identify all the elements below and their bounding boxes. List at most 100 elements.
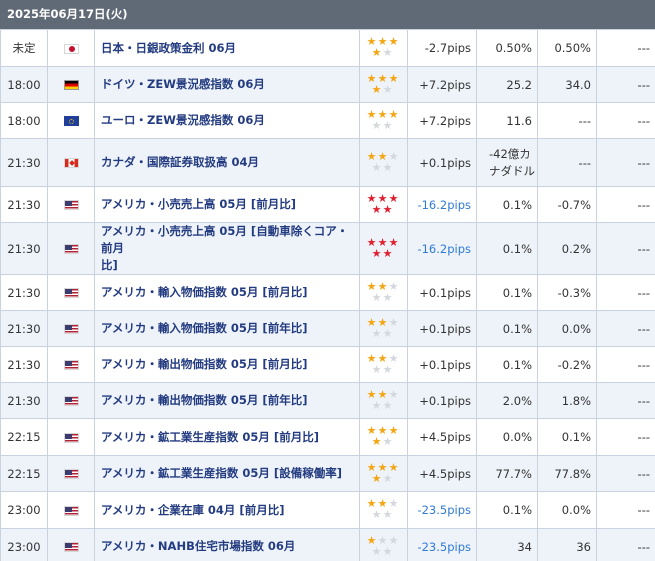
star-icon: ★ — [377, 315, 388, 329]
previous-value: --- — [596, 102, 655, 139]
star-icon: ★ — [377, 107, 388, 121]
star-icon: ★ — [388, 235, 399, 249]
star-icon: ★ — [388, 279, 399, 293]
table-row[interactable]: 21:30 アメリカ・輸出物価指数 05月 [前年比] ★ ★ ★ ★ ★ +0.1pips 2… — [0, 382, 655, 419]
forecast-value: 36 — [537, 528, 597, 561]
event-time: 21:30 — [0, 138, 48, 187]
star-icon: ★ — [382, 246, 393, 260]
us-flag-icon — [63, 396, 79, 406]
star-icon: ★ — [366, 191, 377, 205]
pips-impact: -2.7pips — [407, 29, 477, 67]
table-row[interactable]: 22:15 アメリカ・鉱工業生産指数 05月 [前月比] ★ ★ ★ ★ ★ +4.5pips… — [0, 418, 655, 456]
table-row[interactable]: 18:00 ユーロ・ZEW景況感指数 06月 ★ ★ ★ ★ ★ +7.2pips 11.6 --… — [0, 102, 655, 139]
actual-value: 0.1% — [476, 274, 538, 311]
country-flag-cell — [47, 455, 95, 492]
importance-rating: ★ ★ ★ ★ ★ — [359, 138, 408, 187]
star-icon: ★ — [382, 82, 393, 96]
pips-impact: +7.2pips — [407, 66, 477, 103]
star-icon: ★ — [382, 362, 393, 376]
event-title-link[interactable]: アメリカ・輸出物価指数 05月 [前月比] — [94, 346, 360, 383]
eu-flag-icon — [63, 116, 79, 126]
country-flag-cell — [47, 186, 95, 223]
table-row[interactable]: 21:30 アメリカ・輸入物価指数 05月 [前月比] ★ ★ ★ ★ ★ +0.1pips 0… — [0, 274, 655, 311]
star-icon: ★ — [371, 508, 382, 521]
star-icon: ★ — [366, 351, 377, 365]
previous-value: --- — [596, 66, 655, 103]
event-title-link[interactable]: アメリカ・小売売上高 05月 [前月比] — [94, 186, 360, 223]
event-title-link[interactable]: 日本・日銀政策金利 06月 — [94, 29, 360, 67]
event-time: 22:15 — [0, 418, 48, 456]
importance-rating: ★ ★ ★ ★ ★ — [359, 66, 408, 103]
table-row[interactable]: 未定 日本・日銀政策金利 06月 ★ ★ ★ ★ ★ -2.7pips 0.50% 0.50% --… — [0, 29, 655, 67]
event-title-link[interactable]: ユーロ・ZEW景況感指数 06月 — [94, 102, 360, 139]
event-title-link[interactable]: アメリカ・企業在庫 04月 [前月比] — [94, 491, 360, 529]
actual-value: 2.0% — [476, 382, 538, 419]
country-flag-cell — [47, 66, 95, 103]
actual-value: 25.2 — [476, 66, 538, 103]
event-title-line: アメリカ・輸入物価指数 05月 [前年比] — [101, 321, 308, 335]
event-title-line: 日本・日銀政策金利 06月 — [101, 40, 237, 55]
event-title-link[interactable]: アメリカ・輸入物価指数 05月 [前月比] — [94, 274, 360, 311]
table-row[interactable]: 21:30 アメリカ・輸出物価指数 05月 [前月比] ★ ★ ★ ★ ★ +0.1pips 0… — [0, 346, 655, 383]
star-icon: ★ — [371, 471, 382, 485]
event-title-link[interactable]: アメリカ・鉱工業生産指数 05月 [前月比] — [94, 418, 360, 456]
event-time: 21:30 — [0, 222, 48, 275]
star-icon: ★ — [371, 118, 382, 132]
event-title-link[interactable]: アメリカ・鉱工業生産指数 05月 [設備稼働率] — [94, 455, 360, 492]
forecast-value: -0.7% — [537, 186, 597, 223]
table-row[interactable]: 21:30 アメリカ・輸入物価指数 05月 [前年比] ★ ★ ★ ★ ★ +0.1pips 0… — [0, 310, 655, 347]
event-time: 21:30 — [0, 274, 48, 311]
actual-value: 0.1% — [476, 310, 538, 347]
table-row[interactable]: 23:00 アメリカ・NAHB住宅市場指数 06月 ★ ★ ★ ★ ★ -23.5pips 34… — [0, 528, 655, 561]
importance-rating: ★ ★ ★ ★ ★ — [359, 222, 408, 275]
importance-rating: ★ ★ ★ ★ ★ — [359, 455, 408, 492]
actual-value: 0.50% — [476, 29, 538, 67]
ca-flag-icon — [63, 158, 79, 168]
economic-calendar-table: 未定 日本・日銀政策金利 06月 ★ ★ ★ ★ ★ -2.7pips 0.50% 0.50% --… — [0, 29, 655, 561]
country-flag-cell — [47, 29, 95, 67]
table-row[interactable]: 21:30 アメリカ・小売売上高 05月 [前月比] ★ ★ ★ ★ ★ -16.2pips 0… — [0, 186, 655, 223]
event-title-line: カナダ・国際証券取扱高 04月 — [101, 155, 260, 169]
previous-value: --- — [596, 186, 655, 223]
previous-value: --- — [596, 29, 655, 67]
star-icon: ★ — [371, 46, 382, 59]
pips-impact: -16.2pips — [407, 186, 477, 223]
star-icon: ★ — [366, 149, 377, 163]
event-title-link[interactable]: アメリカ・輸入物価指数 05月 [前年比] — [94, 310, 360, 347]
country-flag-cell — [47, 382, 95, 419]
star-icon: ★ — [377, 71, 388, 85]
table-row[interactable]: 21:30 カナダ・国際証券取扱高 04月 ★ ★ ★ ★ ★ +0.1pips -42億カ ナダ… — [0, 138, 655, 187]
table-row[interactable]: 21:30 アメリカ・小売売上高 05月 [自動車除くコア・前月 比] ★ ★ ★ ★ ★ -1… — [0, 222, 655, 275]
us-flag-icon — [63, 505, 79, 516]
star-icon: ★ — [366, 460, 377, 474]
us-flag-icon — [63, 288, 79, 298]
us-flag-icon — [63, 244, 79, 254]
event-title-link[interactable]: アメリカ・輸出物価指数 05月 [前年比] — [94, 382, 360, 419]
forecast-value: 0.0% — [537, 310, 597, 347]
star-icon: ★ — [382, 471, 393, 485]
table-row[interactable]: 22:15 アメリカ・鉱工業生産指数 05月 [設備稼働率] ★ ★ ★ ★ ★ +4.5pi… — [0, 455, 655, 492]
event-title-link[interactable]: ドイツ・ZEW景況感指数 06月 — [94, 66, 360, 103]
pips-impact: +0.1pips — [407, 382, 477, 419]
event-title-line: アメリカ・輸出物価指数 05月 [前月比] — [101, 357, 308, 371]
table-row[interactable]: 18:00 ドイツ・ZEW景況感指数 06月 ★ ★ ★ ★ ★ +7.2pips 25.2 34… — [0, 66, 655, 103]
actual-value: 11.6 — [476, 102, 538, 139]
country-flag-cell — [47, 222, 95, 275]
star-icon: ★ — [377, 533, 388, 547]
event-title-line: アメリカ・小売売上高 05月 [前月比] — [101, 197, 296, 211]
event-title-line: 比] — [101, 258, 118, 272]
event-title-line: アメリカ・鉱工業生産指数 05月 [設備稼働率] — [101, 466, 342, 480]
event-title-line: ユーロ・ZEW景況感指数 06月 — [101, 113, 265, 127]
forecast-value: --- — [537, 138, 597, 187]
event-title-link[interactable]: アメリカ・小売売上高 05月 [自動車除くコア・前月比] — [94, 222, 360, 275]
event-title-link[interactable]: カナダ・国際証券取扱高 04月 — [94, 138, 360, 187]
importance-rating: ★ ★ ★ ★ ★ — [359, 491, 408, 529]
event-title-link[interactable]: アメリカ・NAHB住宅市場指数 06月 — [94, 528, 360, 561]
star-icon: ★ — [388, 387, 399, 401]
jp-flag-icon — [63, 43, 79, 54]
event-title-line: アメリカ・小売売上高 05月 [自動車除くコア・前月 — [101, 224, 349, 255]
table-row[interactable]: 23:00 アメリカ・企業在庫 04月 [前月比] ★ ★ ★ ★ ★ -23.5pips 0.… — [0, 491, 655, 529]
star-icon: ★ — [388, 191, 399, 205]
event-time: 23:00 — [0, 528, 48, 561]
star-icon: ★ — [388, 107, 399, 121]
